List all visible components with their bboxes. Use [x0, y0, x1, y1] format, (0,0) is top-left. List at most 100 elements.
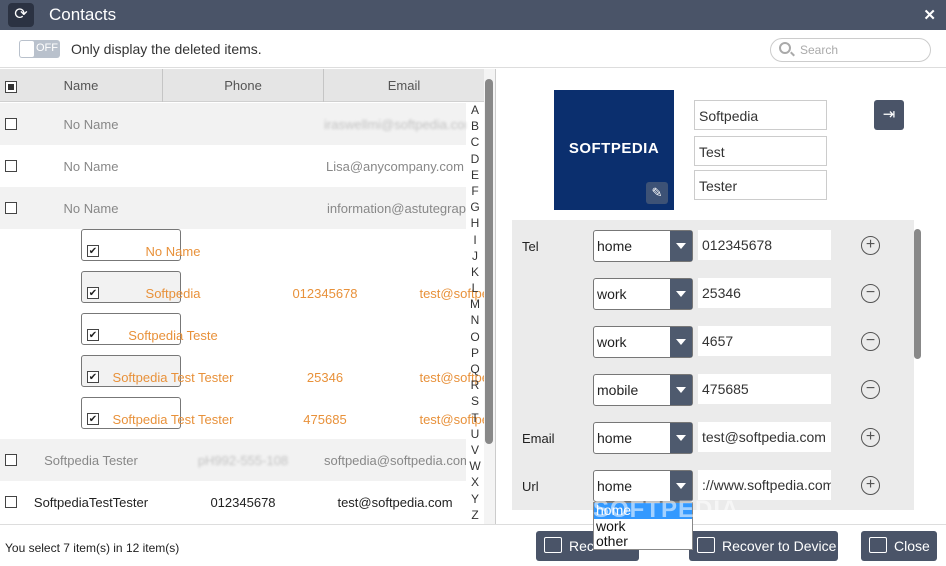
alpha-letter[interactable]: V	[466, 443, 484, 459]
row-checkbox[interactable]: ✔	[87, 413, 99, 425]
tel-type-select[interactable]: work	[593, 278, 693, 310]
row-checkbox[interactable]: ✔	[87, 329, 99, 341]
chevron-down-icon[interactable]	[670, 327, 692, 357]
alpha-letter[interactable]: T	[466, 411, 484, 427]
edit-pencil-icon[interactable]: ✎	[646, 182, 668, 204]
list-scrollbar[interactable]	[484, 69, 495, 524]
table-row[interactable]: SoftpediaTestTester 012345678 test@softp…	[0, 481, 466, 523]
alpha-letter[interactable]: S	[466, 394, 484, 410]
watermark: SOFTPEDIA	[593, 496, 740, 523]
row-phone: 012345678	[292, 286, 358, 301]
search-icon	[779, 42, 791, 54]
device-icon	[697, 537, 715, 553]
deleted-only-label: Only display the deleted items.	[71, 41, 262, 57]
first-name-field[interactable]: Softpedia	[694, 100, 827, 130]
recover-to-device-button[interactable]: Recover to Device	[689, 531, 838, 561]
alpha-letter[interactable]: F	[466, 184, 484, 200]
tel-value-field[interactable]: 4657	[698, 326, 831, 356]
export-icon[interactable]: ⇥	[874, 100, 904, 130]
row-checkbox[interactable]	[5, 160, 17, 172]
detail-scrollbar-thumb[interactable]	[914, 229, 921, 359]
tel-type-select[interactable]: work	[593, 326, 693, 358]
row-checkbox[interactable]: ✔	[87, 245, 99, 257]
add-circle-icon[interactable]: +	[861, 428, 880, 447]
email-label: Email	[522, 431, 555, 446]
table-row[interactable]: No Name Lisa@anycompany.com	[0, 145, 466, 187]
email-type-select[interactable]: home	[593, 422, 693, 454]
table-row[interactable]: No Name information@astutegraph	[0, 187, 466, 229]
alpha-letter[interactable]: P	[466, 346, 484, 362]
tel-value-field[interactable]: 475685	[698, 374, 831, 404]
refresh-logo-icon: ⟳	[8, 3, 34, 27]
chevron-down-icon[interactable]	[670, 231, 692, 261]
row-checkbox[interactable]: ✔	[87, 371, 99, 383]
close-button[interactable]: Close	[861, 531, 937, 561]
table-row[interactable]: ✔ Softpedia Teste	[81, 313, 218, 345]
alpha-letter[interactable]: A	[466, 103, 484, 119]
alpha-letter[interactable]: Z	[466, 508, 484, 524]
alpha-letter[interactable]: I	[466, 233, 484, 249]
add-circle-icon[interactable]: +	[861, 476, 880, 495]
row-checkbox[interactable]: ✔	[87, 287, 99, 299]
alpha-letter[interactable]: D	[466, 152, 484, 168]
deleted-only-toggle[interactable]: OFF	[19, 40, 60, 58]
middle-name-field[interactable]: Test	[694, 136, 827, 166]
row-checkbox[interactable]	[5, 496, 17, 508]
contact-avatar: SOFTPEDIA ✎	[554, 90, 674, 210]
email-value-field[interactable]: test@softpedia.com	[698, 422, 831, 452]
table-row[interactable]: No Name iraswellmi@softpedia.com	[0, 103, 466, 145]
remove-circle-icon[interactable]: −	[861, 380, 880, 399]
row-checkbox[interactable]	[5, 202, 17, 214]
select-all-checkbox[interactable]	[5, 81, 17, 93]
tel-type-select[interactable]: mobile	[593, 374, 693, 406]
chevron-down-icon[interactable]	[670, 279, 692, 309]
chevron-down-icon[interactable]	[670, 375, 692, 405]
contact-list-pane: Name Phone Email No Name iraswellmi@soft…	[0, 69, 495, 524]
table-row[interactable]: ✔ Softpedia Test Tester 25346 test@softp…	[81, 355, 495, 387]
tel-type-select[interactable]: home	[593, 230, 693, 262]
alpha-letter[interactable]: M	[466, 297, 484, 313]
alpha-letter[interactable]: Y	[466, 492, 484, 508]
header-name[interactable]: Name	[22, 78, 140, 93]
chevron-down-icon[interactable]	[670, 423, 692, 453]
add-circle-icon[interactable]: +	[861, 236, 880, 255]
tel-value-field[interactable]: 25346	[698, 278, 831, 308]
search-input[interactable]: Search	[770, 38, 931, 62]
search-placeholder: Search	[800, 43, 839, 57]
tel-type-value: work	[597, 334, 627, 350]
header-email[interactable]: Email	[324, 78, 484, 93]
alpha-letter[interactable]: R	[466, 378, 484, 394]
alpha-letter[interactable]: O	[466, 330, 484, 346]
dropdown-option[interactable]: other	[594, 534, 692, 550]
alpha-letter[interactable]: H	[466, 216, 484, 232]
alpha-letter[interactable]: U	[466, 427, 484, 443]
alpha-letter[interactable]: K	[466, 265, 484, 281]
row-checkbox[interactable]	[5, 454, 17, 466]
alpha-letter[interactable]: L	[466, 281, 484, 297]
alpha-letter[interactable]: G	[466, 200, 484, 216]
alpha-letter[interactable]: C	[466, 135, 484, 151]
list-scrollbar-thumb[interactable]	[485, 79, 493, 444]
row-name: Softpedia Test Tester	[112, 370, 234, 385]
last-name-field[interactable]: Tester	[694, 170, 827, 200]
alpha-letter[interactable]: N	[466, 313, 484, 329]
row-email: Lisa@anycompany.com	[326, 159, 464, 174]
remove-circle-icon[interactable]: −	[861, 284, 880, 303]
table-row[interactable]: ✔ Softpedia 012345678 test@softpedia.com	[81, 271, 495, 303]
selection-status: You select 7 item(s) in 12 item(s)	[5, 541, 180, 555]
table-row[interactable]: ✔ Softpedia Test Tester 475685 test@soft…	[81, 397, 495, 429]
table-row[interactable]: ✔ No Name	[81, 229, 200, 261]
alpha-letter[interactable]: Q	[466, 362, 484, 378]
alpha-letter[interactable]: B	[466, 119, 484, 135]
alpha-letter[interactable]: J	[466, 249, 484, 265]
remove-circle-icon[interactable]: −	[861, 332, 880, 351]
close-icon[interactable]: ✕	[923, 6, 936, 24]
tel-value-field[interactable]: 012345678	[698, 230, 831, 260]
alpha-letter[interactable]: E	[466, 168, 484, 184]
table-row[interactable]: Softpedia Tester pH992-555-108 softpedia…	[0, 439, 466, 481]
alpha-letter[interactable]: W	[466, 459, 484, 475]
row-phone: 475685	[303, 412, 347, 427]
row-checkbox[interactable]	[5, 118, 17, 130]
alpha-letter[interactable]: X	[466, 475, 484, 491]
header-phone[interactable]: Phone	[164, 78, 322, 93]
